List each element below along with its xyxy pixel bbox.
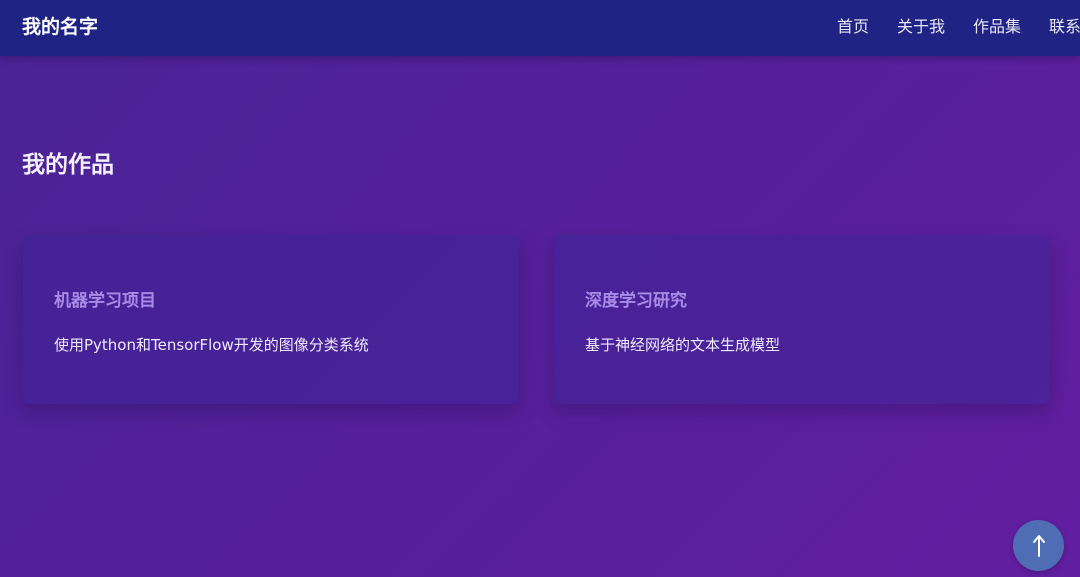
site-brand[interactable]: 我的名字 xyxy=(22,14,98,40)
nav-link-contact[interactable]: 联系 xyxy=(1049,15,1080,39)
project-card-dl[interactable]: 深度学习研究 基于神经网络的文本生成模型 xyxy=(554,235,1050,404)
arrow-up-icon xyxy=(1032,534,1046,558)
project-card-description: 使用Python和TensorFlow开发的图像分类系统 xyxy=(54,336,369,354)
project-card-title: 机器学习项目 xyxy=(54,291,156,311)
project-card-ml[interactable]: 机器学习项目 使用Python和TensorFlow开发的图像分类系统 xyxy=(23,235,519,404)
project-card-title: 深度学习研究 xyxy=(585,291,687,311)
nav-link-about[interactable]: 关于我 xyxy=(897,15,945,39)
section-title: 我的作品 xyxy=(22,152,114,178)
back-to-top-button[interactable] xyxy=(1013,520,1064,571)
nav-link-home[interactable]: 首页 xyxy=(837,15,869,39)
project-card-description: 基于神经网络的文本生成模型 xyxy=(585,336,781,354)
navbar: 我的名字 首页 关于我 作品集 联系 xyxy=(0,0,1080,56)
nav-links: 首页 关于我 作品集 联系 xyxy=(837,15,1080,39)
nav-link-portfolio[interactable]: 作品集 xyxy=(973,15,1021,39)
